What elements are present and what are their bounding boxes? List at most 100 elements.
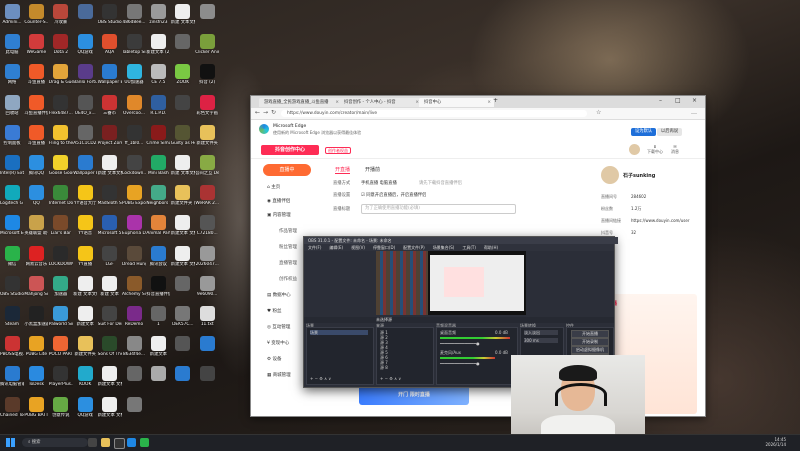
- file-explorer-icon[interactable]: [101, 438, 110, 447]
- desktop-icon[interactable]: 抖音直播伴侣: [146, 275, 170, 297]
- desktop-icon[interactable]: ToDesk: [24, 366, 48, 387]
- desktop-icon[interactable]: 回收站: [0, 94, 24, 116]
- favorites-icon[interactable]: ☆: [596, 109, 601, 116]
- desktop-icon[interactable]: Tabletop Simulator: [122, 34, 146, 55]
- site-logo[interactable]: 抖音创作中心: [261, 145, 319, 155]
- task-view-icon[interactable]: [88, 438, 97, 447]
- desktop-icon[interactable]: 小黑盒加速器: [24, 306, 48, 327]
- desktop-icon[interactable]: UE4O_x...: [73, 94, 97, 116]
- nav-fans-manage[interactable]: 粉丝管理: [279, 244, 297, 250]
- desktop-icon[interactable]: Wallpaper Engine: [98, 64, 122, 85]
- desktop-icon[interactable]: QQ游戏: [73, 34, 97, 55]
- source-toolbar[interactable]: + − ⚙ ∧ ∨: [380, 376, 401, 381]
- menu-scene-collection[interactable]: 场景集合(S): [433, 245, 455, 250]
- desktop-icon[interactable]: 抖音 (2): [195, 64, 219, 85]
- desktop-icon[interactable]: 三番市: [98, 94, 122, 116]
- desktop-icon[interactable]: Logitech G HUB: [0, 185, 24, 206]
- desktop-icon[interactable]: [122, 366, 146, 382]
- desktop-icon[interactable]: Guilty as Hell: [171, 124, 195, 146]
- desktop-icon[interactable]: Microsoft Edge: [0, 215, 24, 236]
- browser-tab-3[interactable]: 抖音中心 ×: [419, 98, 494, 107]
- desktop-icon[interactable]: 斗鱼直播: [24, 124, 48, 146]
- address-input[interactable]: https://www.douyin.com/creator/main/live: [281, 110, 587, 117]
- nav-devices[interactable]: ⚙ 设备: [267, 356, 281, 362]
- desktop-icon[interactable]: Mini Bash: [146, 155, 170, 176]
- desktop-icon[interactable]: 冷攻暴: [49, 4, 73, 25]
- desktop-icon[interactable]: C72180...: [195, 215, 219, 236]
- windows-start-icon[interactable]: [6, 438, 15, 447]
- desktop-icon[interactable]: LGF: [98, 245, 122, 267]
- transition-duration[interactable]: 300 ms: [524, 338, 558, 343]
- desktop-icon[interactable]: 斗鱼直播伴侣: [24, 94, 48, 116]
- volume-slider[interactable]: ━━━━━━━━━━━━━━━●: [440, 361, 480, 366]
- desktop-icon[interactable]: Palworld Simulator: [49, 306, 73, 327]
- start-streaming-button[interactable]: 开始直播: [571, 330, 609, 338]
- desktop-icon[interactable]: 8634f4e...: [122, 336, 146, 357]
- nav-live-manage[interactable]: 直播管理: [279, 260, 297, 266]
- avatar[interactable]: [601, 166, 619, 184]
- nav-rights[interactable]: 创作权益: [279, 276, 297, 282]
- desktop-icon[interactable]: CE 7.5: [146, 64, 170, 85]
- wechat-taskbar-icon[interactable]: [140, 438, 149, 447]
- desktop-icon[interactable]: [195, 366, 219, 382]
- menu-edit[interactable]: 编辑(E): [329, 245, 343, 250]
- live-title-input[interactable]: 为了正确使用直播功能(必填): [361, 204, 516, 214]
- nav-works[interactable]: 作品管理: [279, 228, 297, 234]
- desktop-icon[interactable]: Euphoria Demo: [122, 215, 146, 236]
- desktop-icon[interactable]: 2026047...: [195, 245, 219, 267]
- desktop-icon[interactable]: POCO PARTY: [49, 336, 73, 357]
- desktop-icon[interactable]: PBOSS电视...: [0, 336, 24, 357]
- scene-item[interactable]: 场景: [310, 330, 368, 335]
- taskbar-clock[interactable]: 14:45 2026/1/14: [765, 437, 786, 447]
- nav-live-companion[interactable]: ◉ 直播伴侣: [267, 198, 290, 204]
- desktop-icon[interactable]: KOOK: [73, 366, 97, 387]
- desktop-icon[interactable]: Neighbors Suburba...: [146, 185, 170, 206]
- menu-tools[interactable]: 工具(T): [462, 245, 476, 250]
- desktop-icon[interactable]: 加速器: [49, 275, 73, 297]
- desktop-icon[interactable]: 新建 文本文档: [171, 4, 195, 25]
- source-item[interactable]: 源 8: [380, 365, 388, 370]
- later-button[interactable]: 以后再说: [657, 128, 683, 136]
- refresh-icon[interactable]: ↻: [271, 109, 276, 116]
- desktop-icon[interactable]: 微信: [0, 245, 24, 267]
- desktop-icon[interactable]: Mahjong Soul: [24, 275, 48, 297]
- desktop-icon[interactable]: Wallpaper Engine: [73, 155, 97, 176]
- obs-preview[interactable]: [376, 251, 526, 315]
- browser-tab-1[interactable]: 游戏直播_全民游戏直播_斗鱼直播 ×: [259, 98, 342, 107]
- close-window-icon[interactable]: ×: [692, 97, 697, 104]
- desktop-icon[interactable]: Crime Simulator: [146, 124, 170, 146]
- desktop-icon[interactable]: Liar's Bar: [49, 215, 73, 236]
- desktop-icon[interactable]: 新建文本: [73, 306, 97, 327]
- desktop-icon[interactable]: 斗鱼直播: [24, 64, 48, 85]
- desktop-icon[interactable]: ff_1bl0...: [122, 124, 146, 146]
- promo-banner[interactable]: 开门 限时直播: [359, 385, 469, 405]
- desktop-icon[interactable]: Admini...: [0, 4, 24, 25]
- desktop-icon[interactable]: OBS Studio: [0, 275, 24, 297]
- desktop-icon[interactable]: PUBG BATTLEGR...: [24, 396, 48, 418]
- nav-content[interactable]: ▣ 内容管理: [267, 212, 291, 218]
- desktop-icon[interactable]: 吾间之互 Demo: [195, 155, 219, 176]
- tab-pre-live[interactable]: 开播前: [365, 166, 380, 173]
- desktop-icon[interactable]: Project Zomboid: [98, 124, 122, 146]
- nav-fans[interactable]: ♥ 粉丝: [267, 308, 281, 314]
- desktop-icon[interactable]: R.L.P.D.: [146, 94, 170, 116]
- messages-icon[interactable]: ✉ 消息: [671, 144, 679, 155]
- desktop-icon[interactable]: 腾讯QQ: [24, 155, 48, 176]
- desktop-icon[interactable]: 新建 文本文档: [73, 275, 97, 297]
- desktop-icon[interactable]: WeRAR 2...: [195, 185, 219, 206]
- desktop-icon[interactable]: [171, 34, 195, 50]
- desktop-icon[interactable]: Intel(R) Extre...: [0, 155, 24, 176]
- back-icon[interactable]: ←: [255, 109, 260, 116]
- desktop-icon[interactable]: 新建文件夹 (2): [171, 185, 195, 206]
- forward-icon[interactable]: →: [263, 109, 268, 116]
- desktop-icon[interactable]: ReDemo: [122, 306, 146, 327]
- desktop-icon[interactable]: 新建 文本文档: [171, 155, 195, 176]
- desktop-icon[interactable]: Drag & Guess: [49, 64, 73, 85]
- create-live-button[interactable]: 直播中: [263, 164, 311, 176]
- set-default-button[interactable]: 设为默认: [631, 128, 657, 136]
- desktop-icon[interactable]: PUBG Lite: [24, 336, 48, 357]
- desktop-icon[interactable]: 486d8ee...: [122, 4, 146, 25]
- desktop-icon[interactable]: 创意传说: [49, 396, 73, 418]
- desktop-icon[interactable]: [122, 396, 146, 413]
- desktop-icon[interactable]: Sons Of The Forest: [98, 336, 122, 357]
